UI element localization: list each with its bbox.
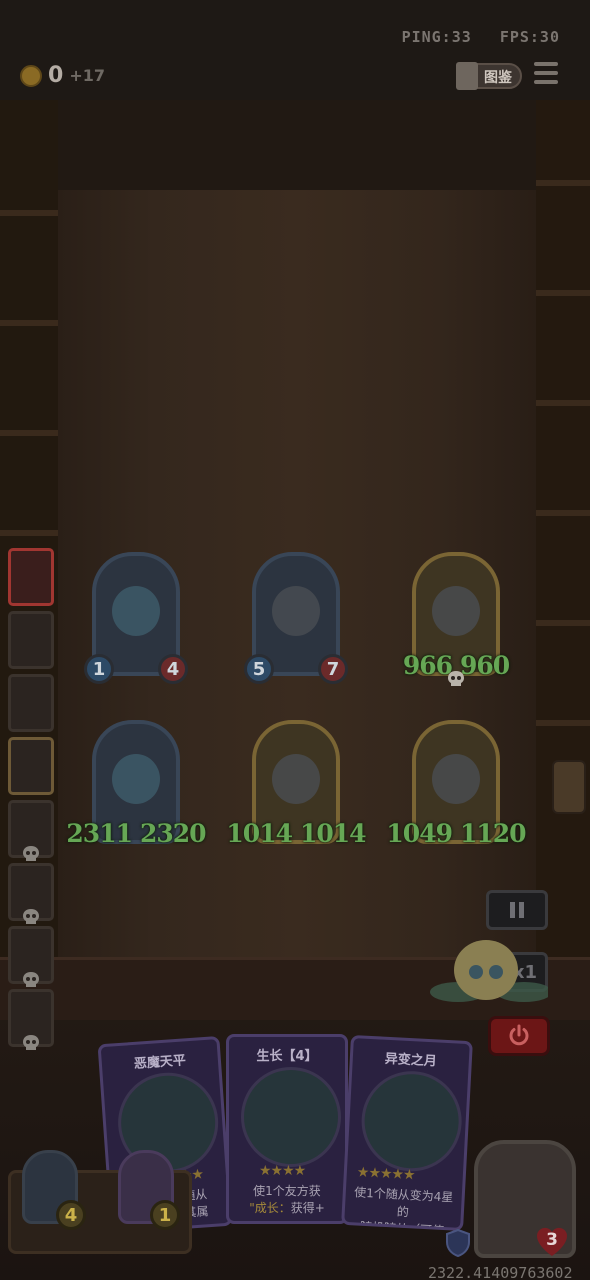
skull-icon bbox=[448, 671, 464, 686]
attack-value: 966 bbox=[402, 651, 453, 680]
stage-arch bbox=[58, 100, 536, 190]
queue-slot[interactable] bbox=[8, 737, 54, 795]
lantern-decoration bbox=[552, 760, 586, 814]
gold-income: +17 bbox=[69, 66, 105, 85]
spell-card[interactable]: 生长【4】 ★★★★ 使1个友方获 "成长：获得+ bbox=[226, 1034, 348, 1224]
spell-name: 恶魔天平 bbox=[133, 1053, 187, 1072]
queue-slot-defeated[interactable] bbox=[8, 863, 54, 924]
fps-readout: FPS:30 bbox=[499, 28, 560, 46]
turn-order-queue bbox=[8, 548, 64, 1052]
bench-unit-value: 4 bbox=[56, 1200, 86, 1230]
bench-unit-value: 1 bbox=[150, 1200, 180, 1230]
queue-slot-defeated[interactable] bbox=[8, 926, 54, 987]
menu-button[interactable] bbox=[534, 62, 558, 88]
shield-icon[interactable] bbox=[444, 1228, 472, 1258]
gold-coin-icon bbox=[20, 64, 42, 87]
queue-slot[interactable] bbox=[8, 611, 54, 669]
fairy-pet[interactable] bbox=[428, 920, 548, 1030]
health-value: 2320 bbox=[140, 819, 207, 848]
queue-slot-current[interactable] bbox=[8, 548, 54, 606]
codex-label: 图鉴 bbox=[484, 70, 512, 86]
ping-readout: PING:33 bbox=[401, 28, 472, 46]
spell-name: 生长【4】 bbox=[256, 1049, 318, 1064]
minion-card[interactable]: 5 7 bbox=[244, 552, 348, 684]
queue-slot-defeated[interactable] bbox=[8, 800, 54, 861]
queue-slot[interactable] bbox=[8, 674, 54, 732]
spell-text: 使1个友方获 "成长：获得+ bbox=[249, 1184, 325, 1215]
codex-button[interactable]: 图鉴 bbox=[456, 62, 522, 90]
pause-icon bbox=[510, 902, 524, 918]
skull-icon bbox=[23, 846, 39, 861]
skull-icon bbox=[23, 972, 39, 987]
attack-badge: 5 bbox=[244, 654, 274, 684]
hero-health: 3 bbox=[534, 1224, 570, 1260]
minion-card[interactable]: 1014 1014 bbox=[226, 720, 367, 850]
spell-art bbox=[241, 1067, 341, 1167]
spell-card[interactable]: 异变之月 ★★★★★ 使1个随从变为4星的 随机随从（可使 bbox=[341, 1034, 473, 1232]
gold-amount: 0 bbox=[48, 63, 64, 88]
hero-health-value: 3 bbox=[546, 1230, 558, 1250]
match-seed: 2322.41409763602 bbox=[428, 1264, 573, 1280]
health-value: 960 bbox=[460, 651, 510, 680]
spell-text: 使1个随从变为4星的 随机随从（可使 bbox=[353, 1185, 454, 1232]
health-badge: 7 bbox=[318, 654, 348, 684]
health-badge: 4 bbox=[158, 654, 188, 684]
minion-card[interactable]: 2311 2320 bbox=[66, 720, 207, 850]
minion-card[interactable]: 1 4 bbox=[84, 552, 188, 684]
network-stats: PING:33 FPS:30 bbox=[384, 28, 560, 46]
minion-card[interactable]: 966 960 bbox=[403, 552, 510, 686]
top-bar: PING:33 FPS:30 0 +17 图鉴 bbox=[0, 0, 590, 100]
star-rating: ★★★★★ bbox=[356, 1164, 415, 1184]
minion-card[interactable]: 1049 1120 bbox=[386, 720, 527, 850]
hamburger-icon bbox=[534, 62, 558, 66]
right-bookshelf bbox=[536, 100, 590, 1000]
spell-name: 异变之月 bbox=[384, 1051, 438, 1070]
skull-icon bbox=[23, 909, 39, 924]
attack-value: 1014 bbox=[226, 819, 293, 848]
health-value: 1014 bbox=[300, 819, 367, 848]
attack-value: 2311 bbox=[66, 819, 133, 848]
spell-art bbox=[359, 1068, 465, 1174]
attack-value: 1049 bbox=[386, 819, 453, 848]
gold-counter: 0 +17 bbox=[20, 63, 105, 88]
attack-badge: 1 bbox=[84, 654, 114, 684]
book-icon bbox=[456, 62, 478, 90]
game-scene: PING:33 FPS:30 0 +17 图鉴 1 4 5 7 966 960 … bbox=[0, 0, 590, 1280]
health-value: 1120 bbox=[460, 819, 527, 848]
star-rating: ★★★★ bbox=[259, 1163, 306, 1179]
